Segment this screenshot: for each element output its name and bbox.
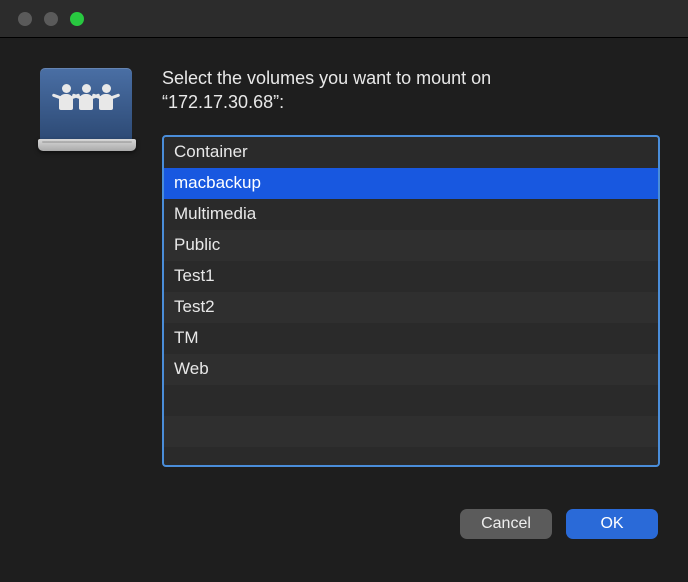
window-titlebar xyxy=(0,0,688,38)
prompt-text-line2: “172.17.30.68”: xyxy=(162,92,284,112)
volume-name: Test2 xyxy=(174,297,215,317)
network-drive-icon xyxy=(38,68,134,164)
volume-row[interactable]: Multimedia xyxy=(164,199,658,230)
dialog-main-column: Select the volumes you want to mount on … xyxy=(162,66,660,467)
prompt-text-line1: Select the volumes you want to mount on xyxy=(162,68,491,88)
dialog-buttons: Cancel OK xyxy=(0,487,688,539)
volume-row-empty[interactable] xyxy=(164,416,658,447)
volume-row[interactable]: Test2 xyxy=(164,292,658,323)
close-window-button[interactable] xyxy=(18,12,32,26)
volume-name: Container xyxy=(174,142,248,162)
volume-list[interactable]: Container macbackup Multimedia Public Test1 T… xyxy=(162,135,660,467)
minimize-window-button[interactable] xyxy=(44,12,58,26)
volume-name: macbackup xyxy=(174,173,261,193)
volume-name: TM xyxy=(174,328,199,348)
volume-row[interactable]: macbackup xyxy=(164,168,658,199)
dialog-prompt: Select the volumes you want to mount on … xyxy=(162,66,660,115)
fullscreen-window-button[interactable] xyxy=(70,12,84,26)
volume-row[interactable]: Container xyxy=(164,137,658,168)
volume-row[interactable]: Public xyxy=(164,230,658,261)
ok-button[interactable]: OK xyxy=(566,509,658,539)
volume-name: Web xyxy=(174,359,209,379)
volume-row[interactable]: Web xyxy=(164,354,658,385)
cancel-button[interactable]: Cancel xyxy=(460,509,552,539)
volume-name: Test1 xyxy=(174,266,215,286)
volume-name: Multimedia xyxy=(174,204,256,224)
volume-row-empty[interactable] xyxy=(164,385,658,416)
dialog-content: Select the volumes you want to mount on … xyxy=(0,38,688,487)
volume-name: Public xyxy=(174,235,220,255)
volume-row[interactable]: Test1 xyxy=(164,261,658,292)
dialog-icon-column xyxy=(38,66,134,467)
volume-row[interactable]: TM xyxy=(164,323,658,354)
